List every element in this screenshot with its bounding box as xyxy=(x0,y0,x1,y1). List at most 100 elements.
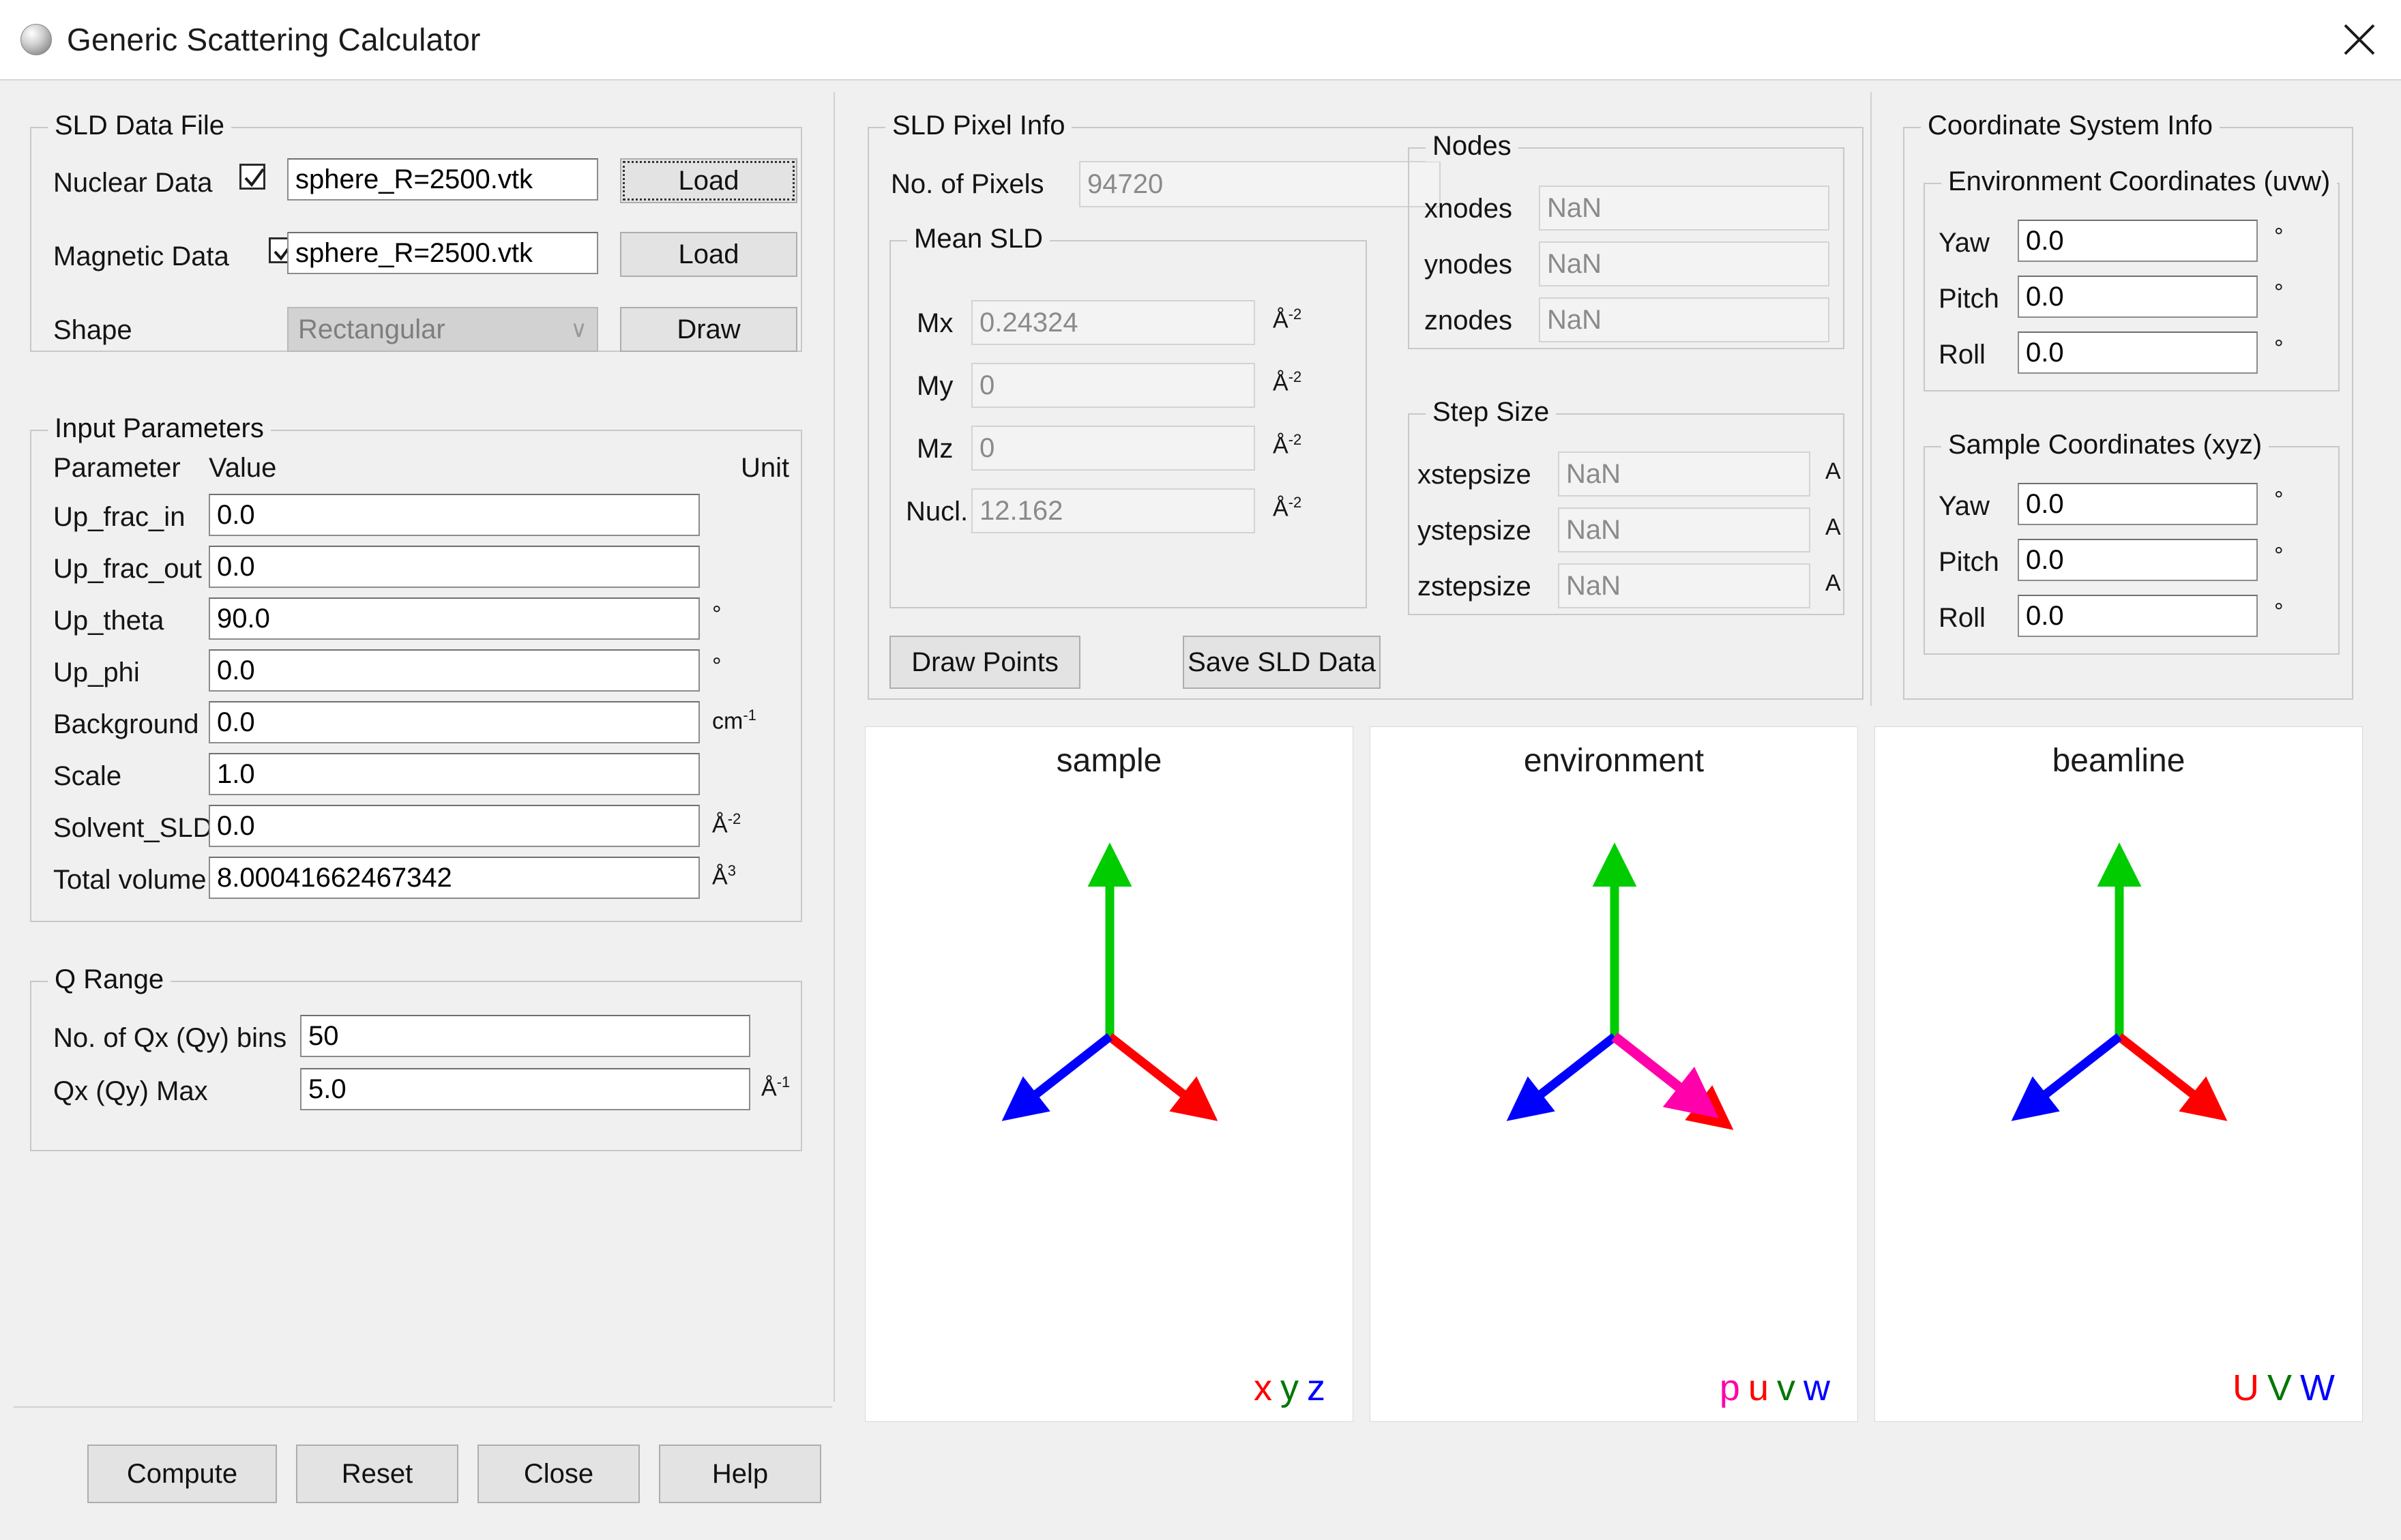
magnetic-data-file-input[interactable]: sphere_R=2500.vtk xyxy=(287,232,598,274)
diagram-sample-axes xyxy=(866,727,1354,1423)
step-size-unit-0: A xyxy=(1825,458,1841,485)
legend-polarization-p: p xyxy=(1720,1367,1748,1408)
qx-max-label: Qx (Qy) Max xyxy=(53,1076,208,1107)
coordinate-system-info-group: Coordinate System Info Environment Coord… xyxy=(1903,127,2353,700)
param-input-0[interactable]: 0.0 xyxy=(209,494,700,536)
nodes-label-2: znodes xyxy=(1424,306,1512,336)
column-header-unit: Unit xyxy=(741,453,789,484)
sample-coord-label-0: Yaw xyxy=(1939,491,1990,522)
step-size-legend: Step Size xyxy=(1426,397,1556,428)
param-label-5: Scale xyxy=(53,761,121,792)
shape-select[interactable]: Rectangular ∨ xyxy=(287,307,598,352)
legend-axis-v-upper: V xyxy=(2267,1367,2300,1408)
env-coord-input-1[interactable]: 0.0 xyxy=(2018,276,2258,318)
sample-coord-label-1: Pitch xyxy=(1939,547,1999,578)
reset-button[interactable]: Reset xyxy=(296,1445,458,1503)
param-label-1: Up_frac_out xyxy=(53,554,202,584)
param-unit-6: Å-2 xyxy=(712,810,741,838)
sample-coord-unit-1: ° xyxy=(2274,543,2284,569)
footer-divider xyxy=(14,1406,832,1408)
magnetic-load-button[interactable]: Load xyxy=(620,232,797,277)
mean-sld-value-0: 0.24324 xyxy=(971,300,1255,345)
mean-sld-unit-0: Å-2 xyxy=(1273,306,1301,334)
mean-sld-value-3: 12.162 xyxy=(971,488,1255,533)
sample-coord-unit-0: ° xyxy=(2274,487,2284,514)
nuclear-data-file-input[interactable]: sphere_R=2500.vtk xyxy=(287,158,598,201)
legend-axis-y: y xyxy=(1280,1367,1307,1408)
no-of-pixels-value: 94720 xyxy=(1079,161,1441,207)
shape-select-value: Rectangular xyxy=(298,314,445,345)
param-input-4[interactable]: 0.0 xyxy=(209,701,700,743)
diagram-environment-axes xyxy=(1370,727,1859,1423)
nuclear-data-label: Nuclear Data xyxy=(53,168,212,198)
window-title: Generic Scattering Calculator xyxy=(67,21,481,58)
env-coord-unit-1: ° xyxy=(2274,280,2284,306)
draw-button[interactable]: Draw xyxy=(620,307,797,352)
param-unit-4: cm-1 xyxy=(712,707,756,735)
legend-axis-x: x xyxy=(1254,1367,1280,1408)
input-parameters-group: Input Parameters Parameter Value Unit Up… xyxy=(30,430,802,922)
column-header-value: Value xyxy=(209,453,276,484)
sample-coord-input-2[interactable]: 0.0 xyxy=(2018,595,2258,637)
sample-coord-unit-2: ° xyxy=(2274,599,2284,625)
qx-bins-label: No. of Qx (Qy) bins xyxy=(53,1023,286,1054)
env-coord-input-2[interactable]: 0.0 xyxy=(2018,331,2258,374)
nodes-legend: Nodes xyxy=(1426,131,1518,162)
param-unit-2: ° xyxy=(712,602,722,628)
nodes-label-1: ynodes xyxy=(1424,250,1512,280)
qx-max-input[interactable]: 5.0 xyxy=(300,1068,750,1110)
no-of-pixels-label: No. of Pixels xyxy=(891,169,1044,200)
step-size-value-0: NaN xyxy=(1558,451,1810,497)
param-input-6[interactable]: 0.0 xyxy=(209,805,700,847)
env-coord-label-1: Pitch xyxy=(1939,284,1999,314)
nodes-value-0: NaN xyxy=(1539,186,1829,231)
diagram-sample-legend: xyz xyxy=(1254,1367,1334,1409)
generic-scattering-calculator-window: Generic Scattering Calculator SLD Data F… xyxy=(0,0,2401,1540)
legend-axis-u-upper: U xyxy=(2233,1367,2267,1408)
compute-button[interactable]: Compute xyxy=(87,1445,277,1503)
param-input-3[interactable]: 0.0 xyxy=(209,649,700,692)
env-coord-unit-2: ° xyxy=(2274,336,2284,362)
step-size-unit-2: A xyxy=(1825,570,1841,597)
close-icon[interactable] xyxy=(2318,0,2401,79)
diagram-environment: environment puvw xyxy=(1370,726,1858,1422)
draw-points-button[interactable]: Draw Points xyxy=(889,636,1080,689)
legend-axis-z: z xyxy=(1307,1367,1334,1408)
mean-sld-label-3: Nucl. xyxy=(906,497,968,527)
env-coord-unit-0: ° xyxy=(2274,224,2284,250)
sld-data-file-group: SLD Data File Nuclear Data sphere_R=2500… xyxy=(30,127,802,352)
sample-coord-input-0[interactable]: 0.0 xyxy=(2018,483,2258,525)
param-input-2[interactable]: 90.0 xyxy=(209,597,700,640)
window-titlebar: Generic Scattering Calculator xyxy=(0,0,2401,80)
env-coord-input-0[interactable]: 0.0 xyxy=(2018,220,2258,262)
nodes-value-2: NaN xyxy=(1539,297,1829,342)
param-input-5[interactable]: 1.0 xyxy=(209,753,700,795)
input-parameters-legend: Input Parameters xyxy=(48,413,271,444)
save-sld-data-button[interactable]: Save SLD Data xyxy=(1183,636,1381,689)
nuclear-load-button[interactable]: Load xyxy=(620,158,797,203)
mean-sld-unit-1: Å-2 xyxy=(1273,368,1301,396)
step-size-label-2: zstepsize xyxy=(1417,572,1531,602)
help-button[interactable]: Help xyxy=(659,1445,821,1503)
q-range-legend: Q Range xyxy=(48,964,171,995)
nuclear-data-checkbox[interactable] xyxy=(239,164,265,190)
environment-coordinates-group: Environment Coordinates (uvw) Yaw 0.0 ° … xyxy=(1924,183,2340,391)
param-input-1[interactable]: 0.0 xyxy=(209,546,700,588)
shape-label: Shape xyxy=(53,315,132,346)
param-label-7: Total volume xyxy=(53,865,207,895)
sld-data-file-legend: SLD Data File xyxy=(48,110,231,141)
param-label-0: Up_frac_in xyxy=(53,502,185,533)
diagram-environment-legend: puvw xyxy=(1720,1367,1838,1409)
param-input-7[interactable]: 8.00041662467342 xyxy=(209,857,700,899)
sample-coordinates-group: Sample Coordinates (xyz) Yaw 0.0 ° Pitch… xyxy=(1924,446,2340,655)
mean-sld-value-1: 0 xyxy=(971,363,1255,408)
sample-coord-input-1[interactable]: 0.0 xyxy=(2018,539,2258,581)
coordinate-system-info-legend: Coordinate System Info xyxy=(1921,110,2220,141)
legend-axis-v: v xyxy=(1777,1367,1803,1408)
env-coord-label-2: Roll xyxy=(1939,340,1986,370)
nodes-label-0: xnodes xyxy=(1424,194,1512,224)
param-unit-3: ° xyxy=(712,653,722,680)
qx-bins-input[interactable]: 50 xyxy=(300,1015,750,1057)
close-button[interactable]: Close xyxy=(477,1445,640,1503)
mean-sld-legend: Mean SLD xyxy=(907,224,1050,254)
